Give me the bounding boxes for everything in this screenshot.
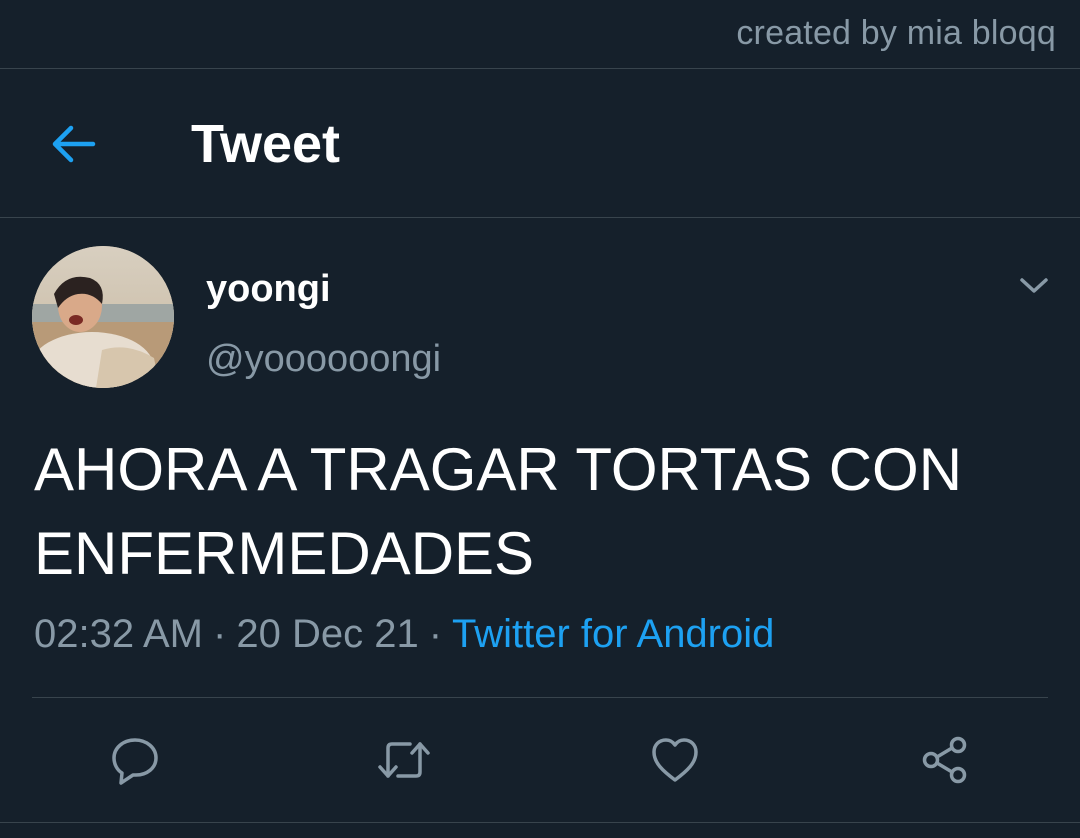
watermark-text: created by mia bloqq (736, 14, 1056, 52)
tweet-source-link[interactable]: Twitter for Android (452, 612, 774, 656)
reply-button[interactable] (107, 732, 163, 788)
avatar[interactable] (32, 246, 174, 388)
reply-icon (112, 738, 158, 785)
retweet-button[interactable] (376, 732, 432, 788)
header-divider (0, 217, 1080, 218)
retweet-icon (378, 742, 430, 778)
tweet-date[interactable]: 20 Dec 21 (236, 612, 418, 656)
avatar-photo (32, 246, 174, 388)
share-icon (922, 736, 967, 784)
author-display-name[interactable]: yoongi (206, 268, 331, 311)
more-options-button[interactable] (1014, 266, 1054, 306)
actions-divider (32, 697, 1048, 698)
bottom-divider (0, 822, 1080, 823)
meta-separator: · (428, 612, 443, 656)
like-button[interactable] (647, 732, 703, 788)
share-button[interactable] (917, 732, 973, 788)
chevron-down-icon (1020, 278, 1048, 293)
back-button[interactable] (40, 111, 106, 177)
tweet-meta: 02:32 AM · 20 Dec 21 · Twitter for Android (34, 612, 774, 657)
page-title: Tweet (191, 114, 341, 174)
tweet-time: 02:32 AM (34, 612, 204, 656)
back-arrow-icon (52, 125, 96, 163)
author-handle[interactable]: @yoooooongi (206, 338, 441, 381)
header-bar: Tweet (0, 69, 1080, 217)
tweet-text: AHORA A TRAGAR TORTAS CON ENFERMEDADES (34, 436, 963, 587)
meta-separator: · (213, 612, 227, 656)
like-icon (652, 738, 698, 782)
tweet-page: created by mia bloqq Tweet yoongi @yoooo… (0, 0, 1080, 838)
